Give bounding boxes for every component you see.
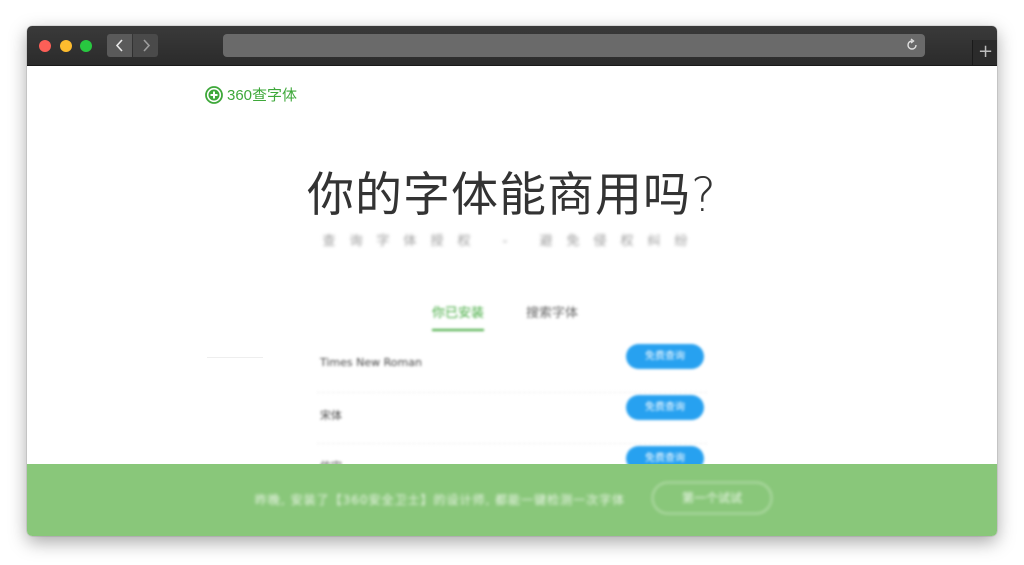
promo-banner-button[interactable]: 第一个试试 [652, 482, 772, 514]
screen: + 360查字体 你的字体能商用吗? 查询字体授权 - 避免侵权纠纷 你已安装 … [0, 0, 1024, 565]
address-bar[interactable] [223, 34, 925, 57]
close-window-button[interactable] [39, 40, 51, 52]
new-tab-button[interactable]: + [972, 40, 997, 65]
page-headline: 你的字体能商用吗? [307, 168, 717, 223]
web-page: 360查字体 你的字体能商用吗? 查询字体授权 - 避免侵权纠纷 你已安装 搜索… [27, 66, 997, 536]
font-name: 宋体 [320, 409, 342, 422]
zoom-window-button[interactable] [80, 40, 92, 52]
font-row: 宋体 免费查询 [317, 393, 707, 444]
page-subheadline: 查询字体授权 - 避免侵权纠纷 [322, 234, 702, 249]
plus-icon: + [977, 41, 994, 62]
logo-text: 360查字体 [227, 87, 298, 104]
promo-banner-content: 昨晚, 安装了【360安全卫士】的设计师, 都能一键检测一次字体 第一个试试 [27, 464, 997, 536]
tab-installed-fonts[interactable]: 你已安装 [432, 302, 485, 331]
reload-icon[interactable] [905, 38, 919, 52]
forward-button[interactable] [133, 34, 158, 57]
logo-cross-icon [205, 85, 223, 104]
font-name: Times New Roman [320, 356, 422, 369]
site-logo[interactable]: 360查字体 [205, 84, 297, 105]
browser-window: + 360查字体 你的字体能商用吗? 查询字体授权 - 避免侵权纠纷 你已安装 … [27, 26, 997, 536]
tab-search-fonts[interactable]: 搜索字体 [526, 302, 578, 331]
chevron-right-icon [142, 39, 150, 52]
minimize-window-button[interactable] [60, 40, 72, 52]
font-tabs: 你已安装 搜索字体 [432, 302, 578, 331]
divider [207, 357, 263, 358]
promo-banner-text: 昨晚, 安装了【360安全卫士】的设计师, 都能一键检测一次字体 [255, 493, 626, 507]
chevron-left-icon [115, 39, 123, 52]
query-license-button[interactable]: 免费查询 [626, 344, 704, 369]
query-license-button[interactable]: 免费查询 [626, 395, 704, 420]
back-button[interactable] [107, 34, 132, 57]
font-row: Times New Roman 免费查询 [317, 342, 707, 393]
promo-banner: 昨晚, 安装了【360安全卫士】的设计师, 都能一键检测一次字体 第一个试试 [27, 464, 997, 536]
browser-titlebar: + [27, 26, 997, 66]
